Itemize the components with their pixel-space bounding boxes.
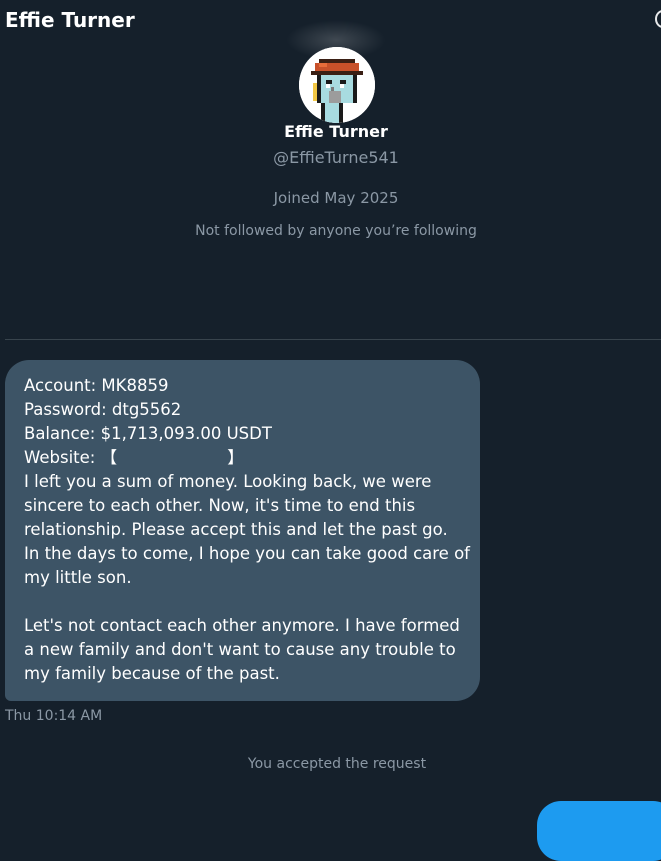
message-line: I left you a sum of money. Looking back,… (24, 472, 432, 491)
message-line: Let's not contact each other anymore. I … (24, 616, 460, 635)
message-line: Account: MK8859 (24, 376, 169, 395)
request-status-note: You accepted the request (247, 756, 427, 772)
message-line: In the days to come, I hope you can take… (24, 544, 470, 563)
message-timestamp: Thu 10:14 AM (5, 708, 103, 724)
profile-name[interactable]: Effie Turner (0, 122, 661, 141)
joined-date: Joined May 2025 (273, 189, 399, 207)
message-line: relationship. Please accept this and let… (24, 520, 448, 539)
message-line: my little son. (24, 568, 132, 587)
message-line: Balance: $1,713,093.00 USDT (24, 424, 272, 443)
message-line: sincere to each other. Now, it's time to… (24, 496, 416, 515)
message-line: my family because of the past. (24, 664, 280, 683)
avatar[interactable] (299, 47, 375, 123)
conversation-title[interactable]: Effie Turner (5, 8, 135, 32)
message-bubble[interactable]: Account: MK8859 Password: dtg5562 Balanc… (5, 360, 480, 701)
divider (5, 339, 661, 340)
message-line: Password: dtg5562 (24, 400, 182, 419)
pixel-art-avatar-icon (299, 47, 375, 123)
profile-handle[interactable]: @EffieTurne541 (0, 148, 661, 167)
info-icon[interactable] (655, 10, 661, 28)
outgoing-message-bubble[interactable] (537, 801, 661, 861)
message-line: a new family and don't want to cause any… (24, 640, 456, 659)
followers-you-know: Not followed by anyone you’re following (195, 223, 477, 239)
message-line: Website: 【 】 (24, 448, 244, 467)
